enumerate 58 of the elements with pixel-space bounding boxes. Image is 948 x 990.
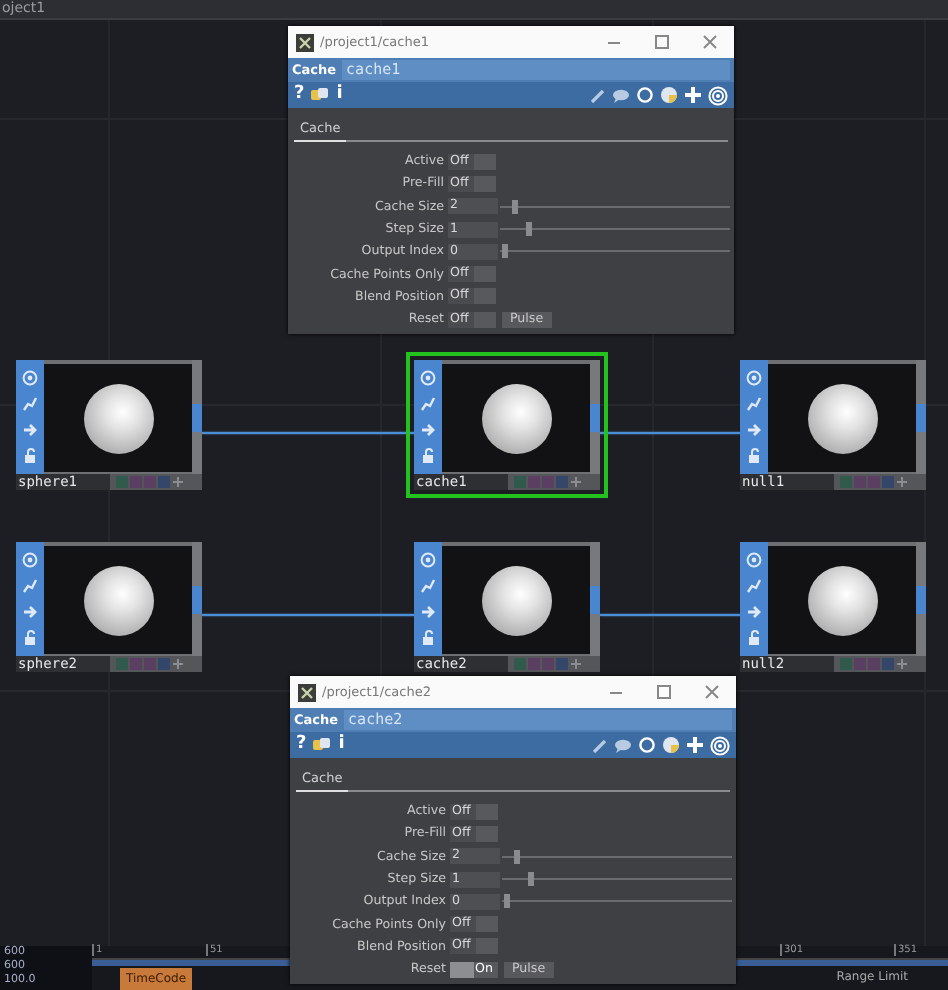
close-icon[interactable] — [704, 684, 720, 700]
plus-icon[interactable] — [896, 476, 908, 488]
sphere-render — [481, 565, 551, 635]
plus-icon[interactable] — [570, 658, 582, 670]
arrow-icon[interactable] — [22, 421, 38, 438]
squiggle-icon[interactable] — [22, 396, 38, 413]
plus-icon[interactable] — [896, 658, 908, 670]
maximize-icon[interactable] — [654, 34, 670, 50]
squiggle-icon[interactable] — [746, 578, 762, 595]
sphere-render — [807, 383, 877, 453]
help-icon[interactable]: ? — [294, 84, 305, 106]
app-icon — [296, 33, 314, 51]
sphere-render — [83, 565, 153, 635]
arrow-icon[interactable] — [22, 603, 38, 620]
maximize-icon[interactable] — [656, 684, 672, 700]
squiggle-icon[interactable] — [746, 396, 762, 413]
wire — [600, 432, 740, 434]
target-icon[interactable] — [746, 370, 762, 387]
arrow-icon[interactable] — [420, 421, 436, 438]
lock-icon[interactable] — [746, 447, 762, 464]
sphere-render — [481, 383, 551, 453]
squiggle-icon[interactable] — [22, 578, 38, 595]
arrow-icon[interactable] — [420, 603, 436, 620]
target-icon[interactable] — [420, 370, 436, 387]
slider-thumb[interactable] — [502, 244, 509, 259]
lock-icon[interactable] — [746, 629, 762, 646]
lock-icon[interactable] — [22, 447, 38, 464]
close-icon[interactable] — [702, 34, 718, 50]
sphere-render — [83, 383, 153, 453]
wire — [600, 614, 740, 616]
plus-icon[interactable] — [172, 476, 184, 488]
slider-thumb[interactable] — [527, 872, 534, 887]
info-icon[interactable]: i — [338, 734, 345, 756]
target-icon[interactable] — [746, 552, 762, 569]
app-icon — [298, 683, 316, 701]
target-icon[interactable] — [420, 552, 436, 569]
squiggle-icon[interactable] — [420, 396, 436, 413]
target-icon[interactable] — [22, 370, 38, 387]
lock-icon[interactable] — [22, 629, 38, 646]
slider-thumb[interactable] — [525, 222, 532, 237]
comment-icon[interactable] — [612, 87, 630, 103]
target-icon[interactable] — [22, 552, 38, 569]
plus-icon[interactable] — [570, 476, 582, 488]
pencil-icon[interactable] — [590, 87, 606, 103]
slider-thumb[interactable] — [511, 199, 518, 214]
pencil-icon[interactable] — [592, 737, 608, 753]
slider-thumb[interactable] — [504, 894, 511, 909]
arrow-icon[interactable] — [746, 603, 762, 620]
lock-icon[interactable] — [420, 629, 436, 646]
comment-icon[interactable] — [614, 737, 632, 753]
slider-thumb[interactable] — [513, 849, 520, 864]
squiggle-icon[interactable] — [420, 578, 436, 595]
help-icon[interactable]: ? — [296, 734, 307, 756]
info-icon[interactable]: i — [336, 84, 343, 106]
lock-icon[interactable] — [420, 447, 436, 464]
arrow-icon[interactable] — [746, 421, 762, 438]
sphere-render — [807, 565, 877, 635]
plus-icon[interactable] — [172, 658, 184, 670]
